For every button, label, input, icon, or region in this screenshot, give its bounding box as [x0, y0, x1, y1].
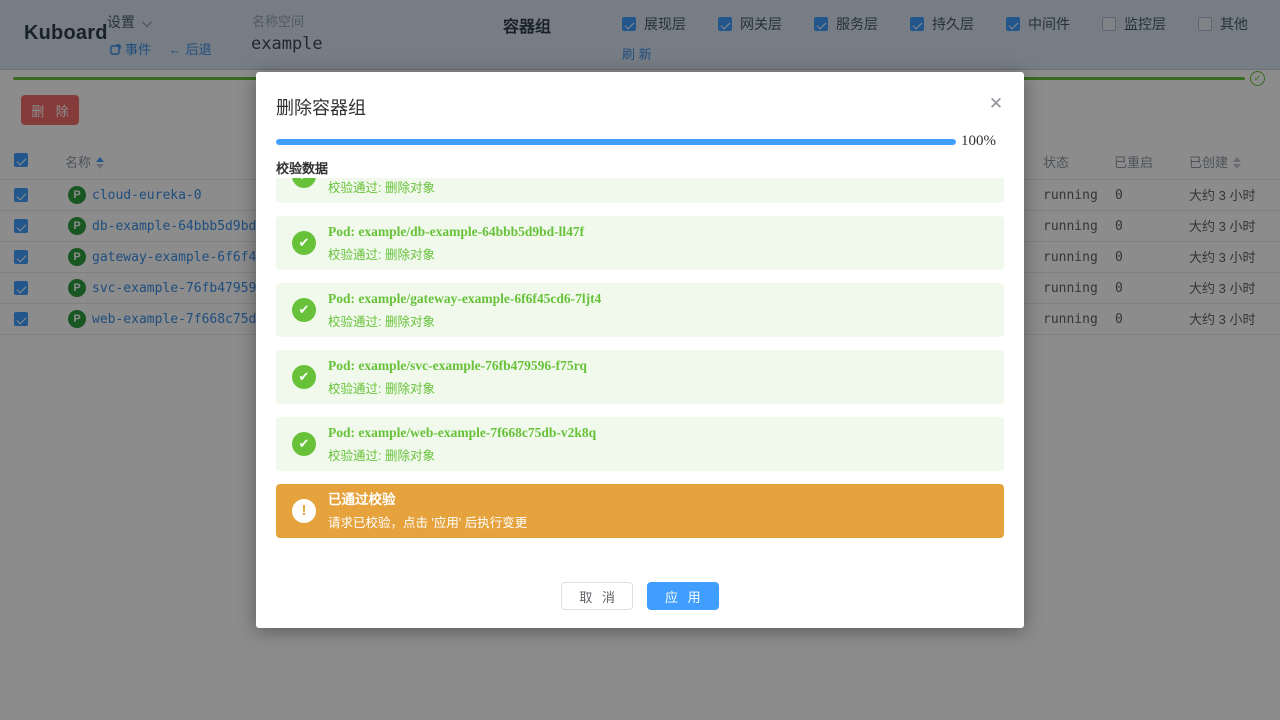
validation-result-item: ✔ Pod: example/gateway-example-6f6f45cd6…: [276, 283, 1004, 337]
dialog-title: 删除容器组: [276, 94, 366, 120]
success-check-icon: ✔: [292, 178, 316, 188]
result-message: 校验通过: 删除对象: [328, 247, 990, 263]
progress-percent: 100%: [961, 133, 996, 150]
success-check-icon: ✔: [292, 298, 316, 322]
summary-message: 请求已校验，点击 '应用' 后执行变更: [328, 515, 990, 531]
validation-results-list[interactable]: ✔ 校验通过: 删除对象 ✔ Pod: example/db-example-6…: [276, 178, 1004, 540]
success-check-icon: ✔: [292, 231, 316, 255]
cancel-button[interactable]: 取 消: [561, 582, 633, 610]
result-title: Pod: example/svc-example-76fb479596-f75r…: [328, 357, 990, 375]
kuboard-pods-page: Kuboard 设置 事件 ←后退 名称空间 example 容器组 展现层 网…: [0, 0, 1280, 720]
validation-result-item: ✔ Pod: example/svc-example-76fb479596-f7…: [276, 350, 1004, 404]
validation-summary-banner: ! 已通过校验 请求已校验，点击 '应用' 后执行变更: [276, 484, 1004, 538]
success-check-icon: ✔: [292, 432, 316, 456]
warning-exclamation-icon: !: [292, 499, 316, 523]
summary-title: 已通过校验: [328, 491, 990, 509]
validation-result-item: ✔ Pod: example/db-example-64bbb5d9bd-ll4…: [276, 216, 1004, 270]
validation-section-label: 校验数据: [276, 158, 328, 177]
dialog-footer: 取 消 应 用: [256, 582, 1024, 610]
apply-button[interactable]: 应 用: [647, 582, 719, 610]
delete-pods-dialog: 删除容器组 ✕ 100% 校验数据 ✔ 校验通过: 删除对象 ✔ Pod: ex…: [256, 72, 1024, 628]
progress-fill: [276, 139, 956, 145]
result-title: Pod: example/db-example-64bbb5d9bd-ll47f: [328, 223, 990, 241]
result-title: Pod: example/gateway-example-6f6f45cd6-7…: [328, 290, 990, 308]
result-title: Pod: example/web-example-7f668c75db-v2k8…: [328, 424, 990, 442]
validation-result-item: ✔ Pod: example/web-example-7f668c75db-v2…: [276, 417, 1004, 471]
result-message: 校验通过: 删除对象: [328, 381, 990, 397]
result-message: 校验通过: 删除对象: [328, 448, 990, 464]
success-check-icon: ✔: [292, 365, 316, 389]
validation-progress-bar: [276, 139, 956, 145]
close-icon[interactable]: ✕: [984, 92, 1008, 116]
result-message: 校验通过: 删除对象: [328, 314, 990, 330]
result-message: 校验通过: 删除对象: [328, 180, 990, 196]
validation-result-item: ✔ 校验通过: 删除对象: [276, 178, 1004, 203]
